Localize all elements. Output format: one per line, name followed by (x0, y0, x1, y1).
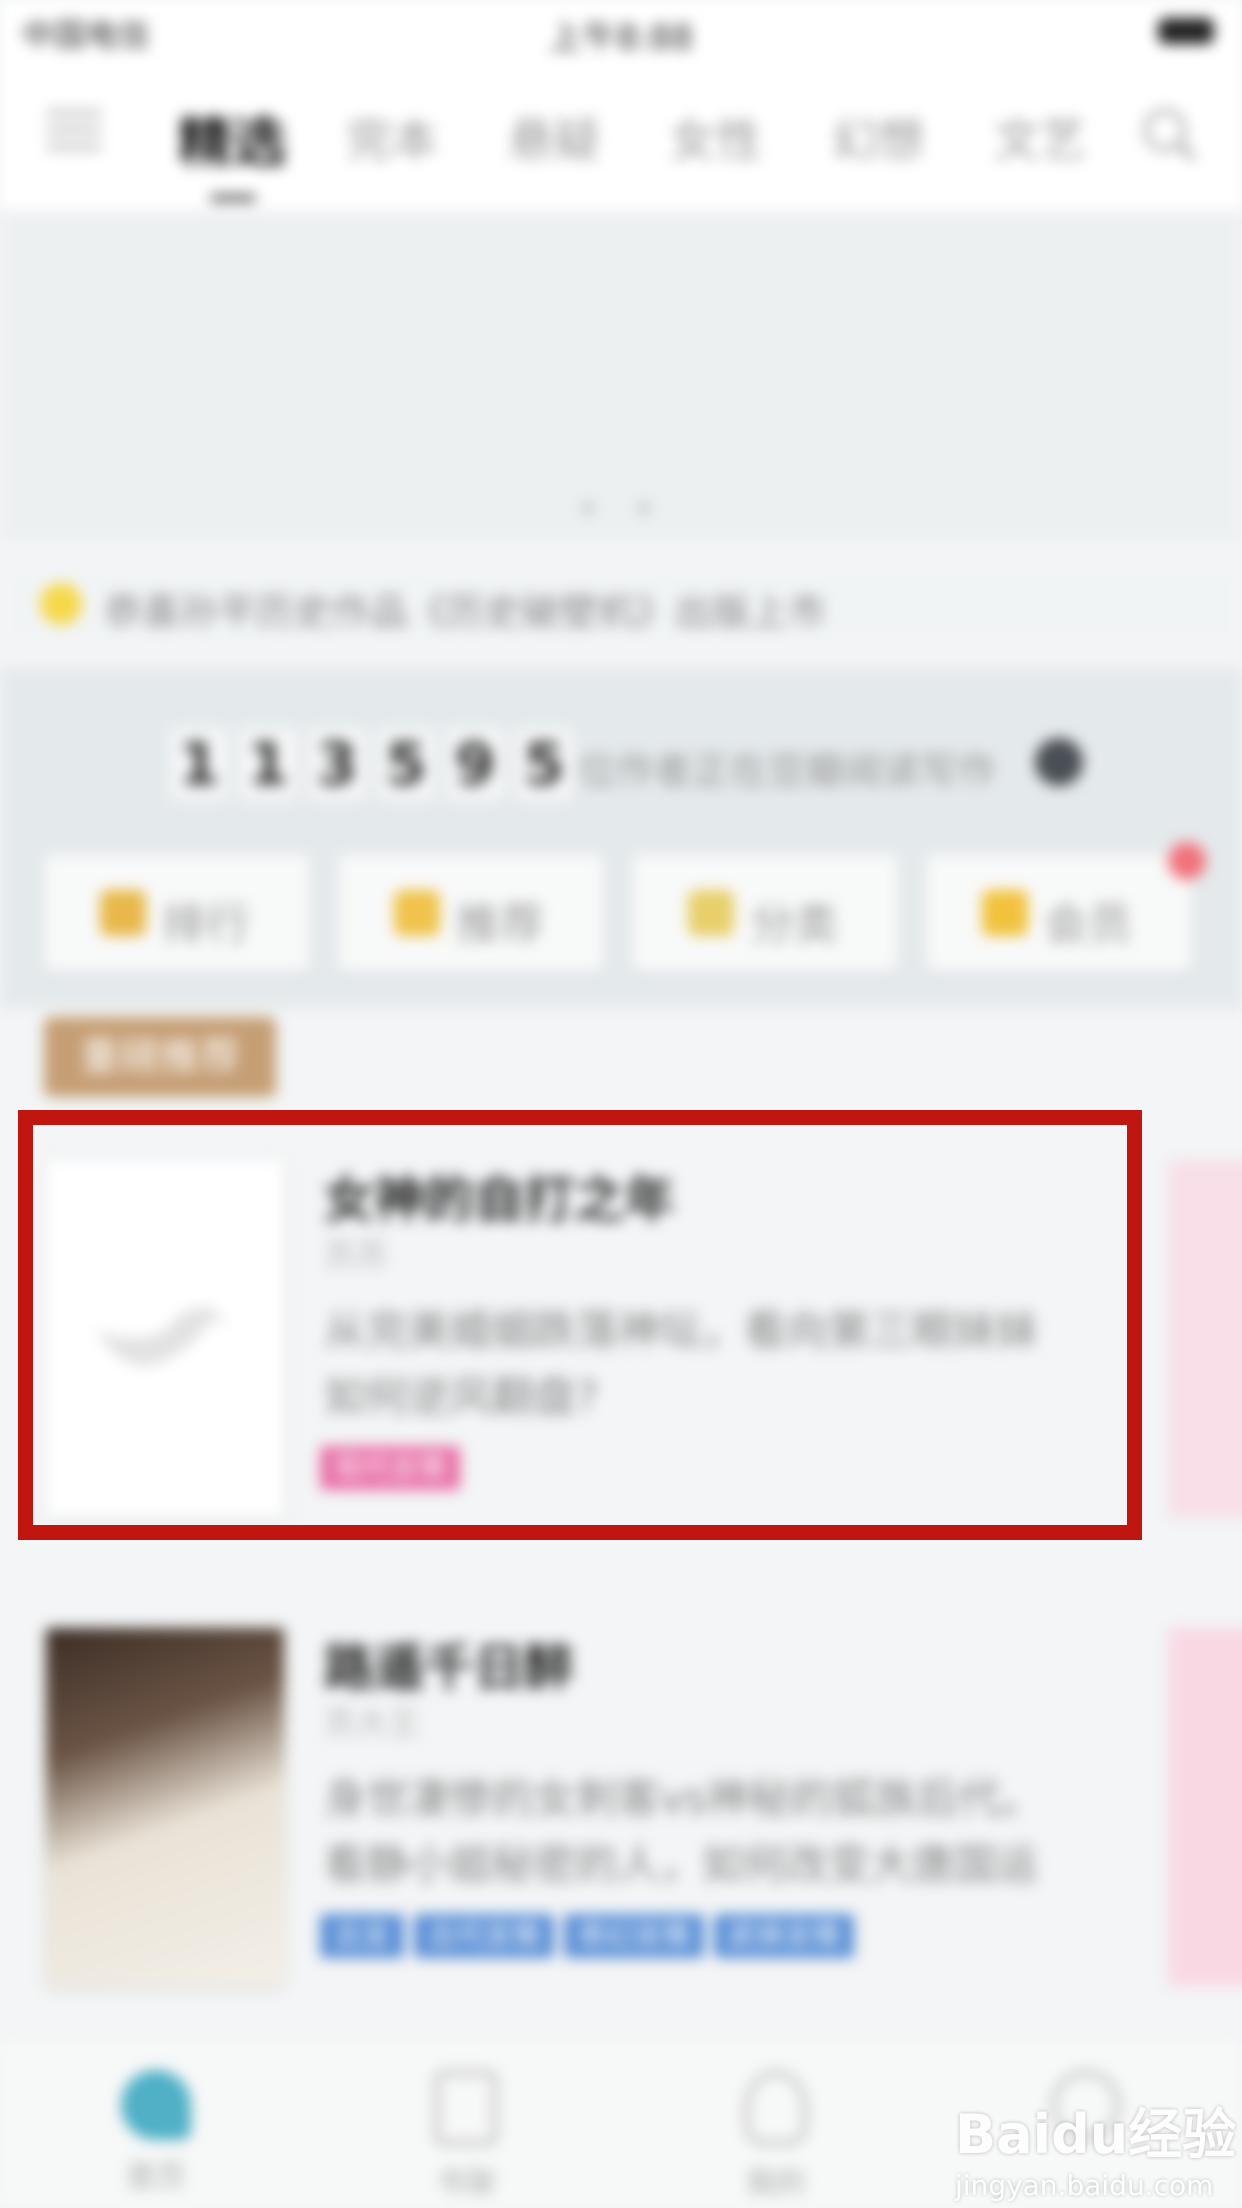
clock: 上午8:88 (548, 18, 694, 58)
carousel-dot (580, 500, 596, 516)
stats-area: 113595 位作者正在豆瓣阅读写作 排行 推荐 分类 会员 (0, 668, 1242, 1008)
active-tab-indicator (210, 195, 256, 201)
ranking-label: 排行 (162, 899, 250, 950)
book-author: 苏大王 (324, 1704, 421, 1742)
tab-fantasy[interactable]: 幻想 (832, 104, 924, 170)
counter-digit: 1 (239, 728, 297, 800)
book-item[interactable]: 路遥千日醉 苏大王 身世凄惨的女刺客vs神秘的狐族后代。看静小姐秘密的人，如何改… (0, 1628, 1150, 1988)
notification-badge (1168, 842, 1206, 880)
bird-icon (121, 2070, 191, 2140)
book-tag: 古言 (320, 1914, 405, 1958)
lightbulb-icon (40, 583, 82, 625)
counter-digit: 3 (308, 728, 366, 800)
counter-text: 位作者正在豆瓣阅读写作 (578, 749, 997, 793)
recommend-label: 推荐 (456, 899, 544, 950)
book-description: 身世凄惨的女刺客vs神秘的狐族后代。看静小姐秘密的人，如何改变大唐国运 (324, 1774, 1043, 1889)
book-tag: 武侠言情 (714, 1914, 855, 1958)
book-tag: 奇幻言情 (564, 1914, 705, 1958)
banner-carousel[interactable] (0, 210, 1242, 540)
carousel-dot (636, 500, 652, 516)
category-icon (688, 890, 734, 936)
announcement-text: 恭喜孙平历史作品《历史破壁机》出版上市 (104, 590, 827, 634)
member-button[interactable]: 会员 (926, 842, 1206, 972)
book-title: 路遥千日醉 (324, 1639, 574, 1697)
watermark-url: jingyan.baidu.com (955, 2169, 1214, 2202)
recommend-button[interactable]: 推荐 (338, 854, 604, 972)
nav-profile[interactable]: 我的 (696, 2070, 856, 2202)
member-label: 会员 (1044, 899, 1132, 950)
highlight-annotation-box (18, 1110, 1142, 1540)
crown-icon (982, 890, 1028, 936)
medal-icon (100, 890, 146, 936)
tab-completed[interactable]: 完本 (346, 104, 438, 170)
counter-digit: 9 (446, 728, 504, 800)
blurred-screen: 中国电信 上午8:88 精选 完本 悬疑 女性 幻想 文艺 恭喜孙平历史作品《历… (0, 0, 1242, 2208)
counter-digit: 1 (170, 728, 228, 800)
author-counter: 113595 (170, 728, 584, 808)
status-bar: 中国电信 上午8:88 (0, 0, 1242, 60)
watermark-brand: Baidu经验 (955, 2103, 1237, 2166)
nav-home-label: 首页 (126, 2160, 186, 2195)
ranking-button[interactable]: 排行 (44, 854, 310, 972)
battery-icon (1158, 18, 1214, 44)
book-tag: 古代言情 (414, 1914, 555, 1958)
person-icon (744, 2070, 808, 2146)
tab-featured[interactable]: 精选 (178, 98, 286, 177)
menu-icon[interactable] (46, 110, 102, 154)
nav-profile-label: 我的 (746, 2166, 806, 2201)
tab-literature[interactable]: 文艺 (994, 104, 1086, 170)
search-icon[interactable] (1143, 108, 1187, 152)
tab-mystery[interactable]: 悬疑 (508, 104, 600, 170)
tab-female[interactable]: 女性 (670, 104, 762, 170)
carousel-dots (580, 500, 692, 520)
category-label: 分类 (750, 899, 838, 950)
book-tags: 古言 古代言情 奇幻言情 武侠言情 (320, 1914, 864, 1958)
baidu-watermark: Baidu经验 jingyan.baidu.com (955, 2090, 1236, 2202)
help-icon[interactable] (1035, 738, 1083, 786)
nav-home[interactable]: 首页 (76, 2070, 236, 2196)
nav-bookshelf[interactable]: 书架 (386, 2070, 546, 2202)
category-button[interactable]: 分类 (632, 854, 898, 972)
top-nav: 精选 完本 悬疑 女性 幻想 文艺 (0, 60, 1242, 210)
nav-bookshelf-label: 书架 (436, 2166, 496, 2201)
next-book-cover[interactable] (1168, 1628, 1242, 1986)
book-icon (434, 2070, 498, 2146)
counter-digit: 5 (377, 728, 435, 800)
next-book-cover[interactable] (1168, 1160, 1242, 1518)
thumbs-up-icon (394, 890, 440, 936)
book-cover (46, 1628, 284, 1986)
counter-digit: 5 (515, 728, 573, 800)
section-tag: 重磅推荐 (44, 1017, 276, 1097)
announcement-bar[interactable]: 恭喜孙平历史作品《历史破壁机》出版上市 (0, 565, 1242, 645)
